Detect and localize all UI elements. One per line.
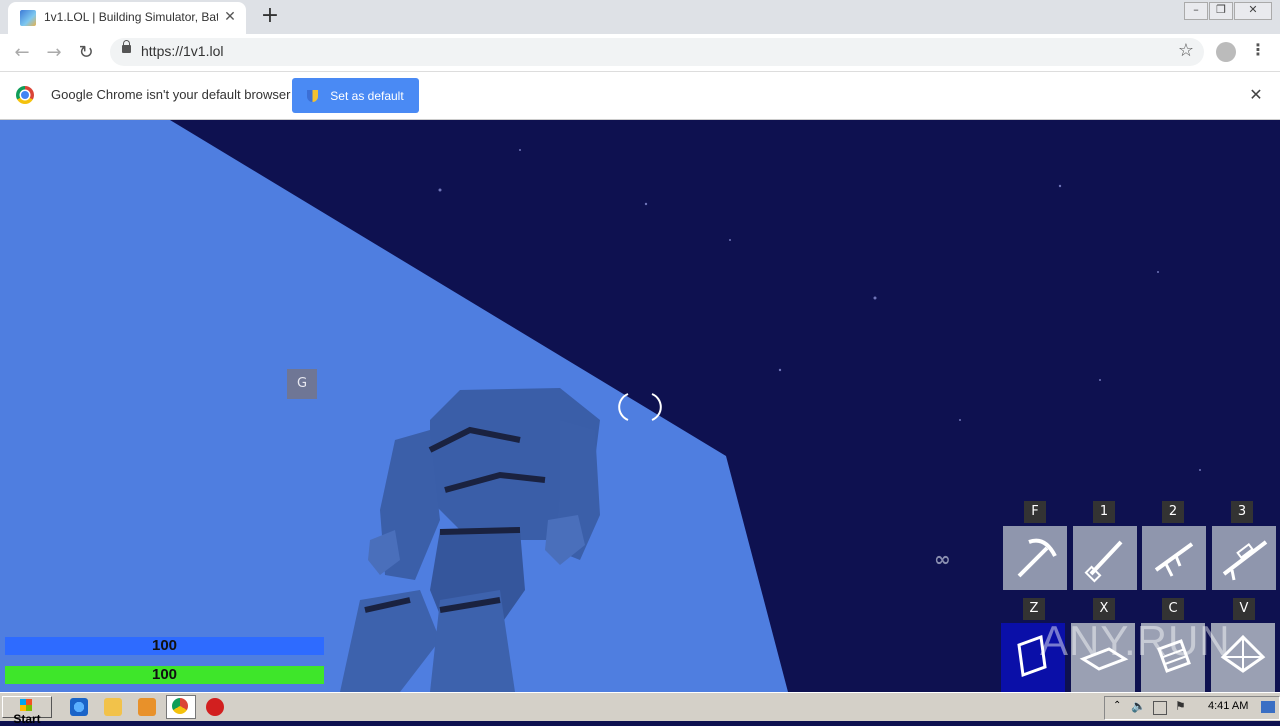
assault-rifle-icon xyxy=(1154,542,1194,577)
slot-key-3: 3 xyxy=(1231,501,1253,523)
ammo-infinite: ∞ xyxy=(934,547,951,571)
tab-title: 1v1.LOL | Building Simulator, Battle Roy… xyxy=(44,10,218,24)
assault-rifle-slot[interactable] xyxy=(1142,526,1206,590)
close-window-button[interactable]: ✕ xyxy=(1234,2,1272,20)
back-button[interactable]: ← xyxy=(9,40,35,66)
default-browser-infobar: Google Chrome isn't your default browser… xyxy=(0,72,1280,120)
new-tab-button[interactable]: + xyxy=(258,4,282,28)
slot-key-f: F xyxy=(1024,501,1046,523)
flag-icon[interactable]: ⚑ xyxy=(1175,699,1186,713)
windows-logo-icon xyxy=(19,699,32,711)
volume-icon[interactable]: 🔈 xyxy=(1131,699,1146,713)
anyrun-watermark: ANY.RUN xyxy=(1040,617,1231,664)
profile-avatar-icon[interactable] xyxy=(1216,42,1236,62)
start-button[interactable]: Start xyxy=(2,696,52,726)
set-as-default-label: Set as default xyxy=(330,88,404,103)
bookmark-star-icon[interactable]: ☆ xyxy=(1178,40,1194,61)
address-bar[interactable]: https://1v1.lol ☆ xyxy=(110,38,1204,66)
shotgun-slot[interactable] xyxy=(1073,526,1137,590)
pickaxe-slot[interactable] xyxy=(1003,526,1067,590)
infobar-close-icon[interactable]: ✕ xyxy=(1246,85,1266,105)
taskbar-clock: 4:41 AM xyxy=(1208,700,1249,712)
game-scene xyxy=(0,120,1201,692)
set-as-default-button[interactable]: Set as default xyxy=(292,78,419,113)
sniper-slot[interactable] xyxy=(1212,526,1276,590)
slot-key-2: 2 xyxy=(1162,501,1184,523)
browser-toolbar: ← → ↻ https://1v1.lol ☆ ⋮ xyxy=(0,34,1280,72)
slot-key-v: V xyxy=(1233,598,1255,620)
tab-close-icon[interactable]: ✕ xyxy=(220,7,240,27)
media-player-icon[interactable] xyxy=(138,698,156,716)
game-canvas[interactable]: G F 1 2 3 ∞ Z X C V 100 100 ANY.RUN xyxy=(0,120,1280,692)
network-icon[interactable] xyxy=(1153,701,1167,715)
lock-icon xyxy=(122,40,131,53)
health-bar: 100 xyxy=(5,666,324,684)
sniper-rifle-icon xyxy=(1222,540,1268,581)
forward-button[interactable]: → xyxy=(41,40,67,66)
chrome-logo-icon xyxy=(16,86,34,104)
slot-key-1: 1 xyxy=(1093,501,1115,523)
tray-expand-icon[interactable]: ⌃ xyxy=(1113,700,1121,711)
pickaxe-icon xyxy=(1017,538,1057,578)
show-desktop-icon[interactable] xyxy=(1261,701,1275,713)
windows-taskbar: Start ⌃ 🔈 ⚑ 4:41 AM xyxy=(0,692,1280,726)
infobar-message: Google Chrome isn't your default browser xyxy=(51,87,291,102)
reload-button[interactable]: ↻ xyxy=(73,40,99,66)
chrome-menu-icon[interactable]: ⋮ xyxy=(1250,40,1266,59)
site-favicon-icon xyxy=(20,10,36,26)
minimize-button[interactable]: – xyxy=(1184,2,1208,20)
url-text: https://1v1.lol xyxy=(141,43,224,59)
chrome-icon xyxy=(172,698,188,714)
browser-tab[interactable]: 1v1.LOL | Building Simulator, Battle Roy… xyxy=(8,2,246,34)
ie-icon[interactable] xyxy=(70,698,88,716)
tab-strip: 1v1.LOL | Building Simulator, Battle Roy… xyxy=(0,0,1280,34)
start-label: Start xyxy=(13,712,41,726)
stop-icon[interactable] xyxy=(206,698,224,716)
uac-shield-icon xyxy=(307,90,319,103)
restore-button[interactable]: ❐ xyxy=(1209,2,1233,20)
edit-key-hint: G xyxy=(287,369,317,399)
explorer-icon[interactable] xyxy=(104,698,122,716)
shield-bar: 100 xyxy=(5,637,324,655)
system-tray: ⌃ 🔈 ⚑ xyxy=(1104,696,1280,720)
shotgun-icon xyxy=(1084,540,1123,583)
